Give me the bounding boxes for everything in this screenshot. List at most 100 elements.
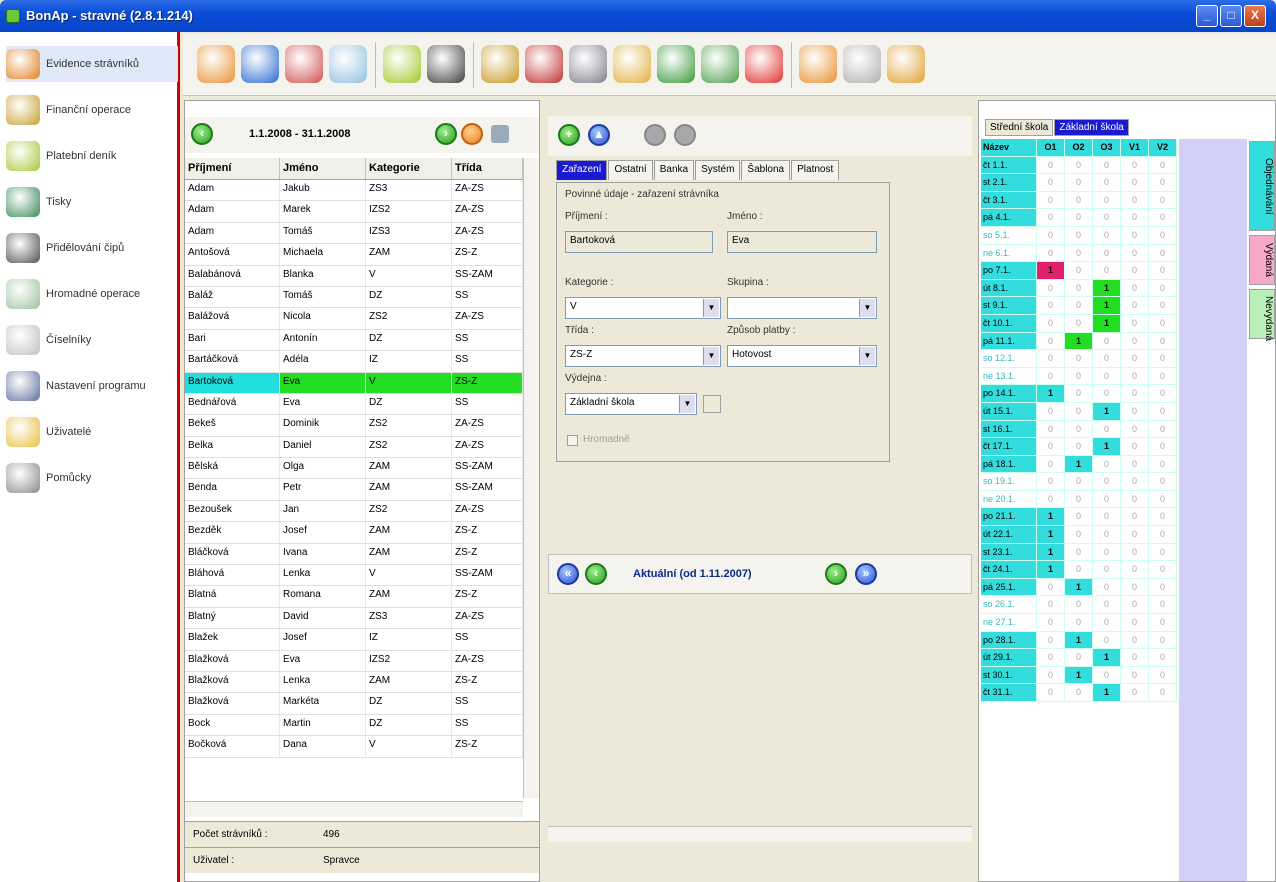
meal-order-cell[interactable]: 1 <box>1065 455 1093 474</box>
sidebar-item-8[interactable]: Uživatelé <box>6 414 178 450</box>
meal-order-cell[interactable]: 0 <box>1121 561 1149 579</box>
meal-order-cell[interactable]: 0 <box>1149 332 1177 351</box>
meal-order-cell[interactable]: 0 <box>1149 438 1177 456</box>
meal-order-cell[interactable]: 0 <box>1121 314 1149 333</box>
meal-order-cell[interactable]: 0 <box>1037 367 1065 386</box>
meal-order-cell[interactable]: 0 <box>1065 191 1093 210</box>
meal-order-cell[interactable]: 0 <box>1065 402 1093 421</box>
meal-order-cell[interactable]: 0 <box>1149 561 1177 579</box>
side-tab-0[interactable]: Objednávání <box>1249 141 1275 231</box>
meal-order-cell[interactable]: 0 <box>1121 244 1149 263</box>
meal-order-cell[interactable]: 0 <box>1093 350 1121 368</box>
tab-5[interactable]: Platnost <box>791 160 840 180</box>
meal-order-cell[interactable]: 0 <box>1037 614 1065 632</box>
meal-order-cell[interactable]: 0 <box>1093 420 1121 439</box>
table-row[interactable]: Blažková Lenka ZAM ZS-Z <box>185 671 523 694</box>
meal-order-cell[interactable]: 0 <box>1121 174 1149 192</box>
meal-order-cell[interactable]: 0 <box>1121 508 1149 527</box>
meal-order-cell[interactable]: 1 <box>1065 666 1093 685</box>
meal-order-cell[interactable]: 0 <box>1093 473 1121 491</box>
up-button[interactable]: ▲ <box>588 124 610 146</box>
meal-order-cell[interactable]: 0 <box>1093 455 1121 474</box>
meal-order-cell[interactable]: 0 <box>1121 262 1149 280</box>
last-period-button[interactable]: » <box>855 563 877 585</box>
meal-order-cell[interactable]: 0 <box>1065 297 1093 315</box>
meal-order-cell[interactable]: 1 <box>1037 561 1065 579</box>
meal-order-cell[interactable]: 0 <box>1121 631 1149 650</box>
meal-order-cell[interactable]: 0 <box>1065 490 1093 509</box>
books-icon[interactable] <box>657 45 695 83</box>
meal-order-cell[interactable]: 0 <box>1065 473 1093 491</box>
meal-order-cell[interactable]: 0 <box>1121 367 1149 386</box>
key-icon[interactable] <box>613 45 651 83</box>
refresh-icon[interactable] <box>461 123 483 145</box>
table-row[interactable]: Bari Antonín DZ SS <box>185 329 523 352</box>
tab-1[interactable]: Ostatní <box>608 160 653 180</box>
meal-order-cell[interactable]: 1 <box>1037 262 1065 280</box>
meal-order-cell[interactable]: 0 <box>1093 244 1121 263</box>
meal-order-cell[interactable]: 0 <box>1149 385 1177 403</box>
meal-order-cell[interactable]: 0 <box>1065 420 1093 439</box>
sidebar-item-2[interactable]: Platební deník <box>6 138 178 174</box>
first-period-button[interactable]: « <box>557 563 579 585</box>
table-row[interactable]: Blažková Markéta DZ SS <box>185 693 523 715</box>
meal-order-cell[interactable]: 0 <box>1149 174 1177 192</box>
minimize-button[interactable]: _ <box>1196 5 1218 27</box>
table-row[interactable]: Bartáčková Adéla IZ SS <box>185 351 523 373</box>
meal-order-cell[interactable]: 0 <box>1065 649 1093 667</box>
meal-order-cell[interactable]: 0 <box>1149 244 1177 263</box>
meal-order-cell[interactable]: 0 <box>1149 508 1177 527</box>
meal-order-cell[interactable]: 0 <box>1093 561 1121 579</box>
meal-order-cell[interactable]: 0 <box>1149 226 1177 245</box>
tab-0[interactable]: Zařazení <box>556 160 608 180</box>
meal-order-cell[interactable]: 0 <box>1065 244 1093 263</box>
maximize-button[interactable]: □ <box>1220 5 1242 27</box>
table-row[interactable]: Bláhová Lenka V SS-ZAM <box>185 565 523 587</box>
table-row[interactable]: Adam Tomáš IZS3 ZA-ZS <box>185 222 523 245</box>
meal-order-cell[interactable]: 0 <box>1037 578 1065 597</box>
surname-field[interactable]: Bartoková <box>565 231 713 253</box>
meal-order-cell[interactable]: 0 <box>1037 473 1065 491</box>
tab-3[interactable]: Systém <box>695 160 741 180</box>
meal-order-cell[interactable]: 0 <box>1149 649 1177 667</box>
meal-order-cell[interactable]: 0 <box>1121 385 1149 403</box>
meal-order-cell[interactable]: 1 <box>1093 297 1121 315</box>
table-row[interactable]: Bočková Dana V ZS-Z <box>185 736 523 758</box>
meal-order-cell[interactable]: 0 <box>1037 631 1065 650</box>
table-row[interactable]: Bock Martin DZ SS <box>185 714 523 737</box>
meal-order-cell[interactable]: 1 <box>1065 631 1093 650</box>
meal-order-cell[interactable]: 0 <box>1121 297 1149 315</box>
meal-order-cell[interactable]: 0 <box>1093 508 1121 527</box>
users-icon[interactable] <box>799 45 837 83</box>
meal-order-cell[interactable]: 1 <box>1093 279 1121 298</box>
table-row[interactable]: Baláž Tomáš DZ SS <box>185 286 523 309</box>
sidebar-item-3[interactable]: Tisky <box>6 184 178 220</box>
table-row[interactable]: Bělská Olga ZAM SS-ZAM <box>185 458 523 480</box>
previous-period-button[interactable]: ‹ <box>585 563 607 585</box>
meal-order-cell[interactable]: 0 <box>1093 631 1121 650</box>
meal-order-cell[interactable]: 1 <box>1093 438 1121 456</box>
meal-order-cell[interactable]: 0 <box>1121 420 1149 439</box>
meal-order-cell[interactable]: 0 <box>1149 578 1177 597</box>
meal-order-cell[interactable]: 0 <box>1065 174 1093 192</box>
side-tab-1[interactable]: Výdaná <box>1249 235 1275 285</box>
meal-order-cell[interactable]: 0 <box>1149 614 1177 632</box>
meal-order-cell[interactable]: 0 <box>1093 367 1121 386</box>
table-row[interactable]: Bartoková Eva V ZS-Z <box>185 372 523 394</box>
meal-order-cell[interactable]: 0 <box>1037 402 1065 421</box>
meal-order-cell[interactable]: 0 <box>1037 209 1065 227</box>
meal-order-cell[interactable]: 0 <box>1093 526 1121 544</box>
meal-order-cell[interactable]: 0 <box>1093 226 1121 245</box>
meal-order-cell[interactable]: 0 <box>1065 561 1093 579</box>
table-row[interactable]: Balážová Nicola ZS2 ZA-ZS <box>185 308 523 330</box>
meal-order-cell[interactable]: 0 <box>1149 156 1177 175</box>
meal-order-cell[interactable]: 0 <box>1037 490 1065 509</box>
table-row[interactable]: Balabánová Blanka V SS-ZAM <box>185 265 523 287</box>
col-name-header[interactable]: Jméno <box>280 158 366 179</box>
sidebar-item-1[interactable]: Finanční operace <box>6 92 178 128</box>
meal-order-cell[interactable]: 0 <box>1037 244 1065 263</box>
meal-order-cell[interactable]: 1 <box>1093 402 1121 421</box>
meal-order-cell[interactable]: 0 <box>1149 543 1177 562</box>
meal-order-cell[interactable]: 1 <box>1093 649 1121 667</box>
moneybag-icon[interactable] <box>481 45 519 83</box>
